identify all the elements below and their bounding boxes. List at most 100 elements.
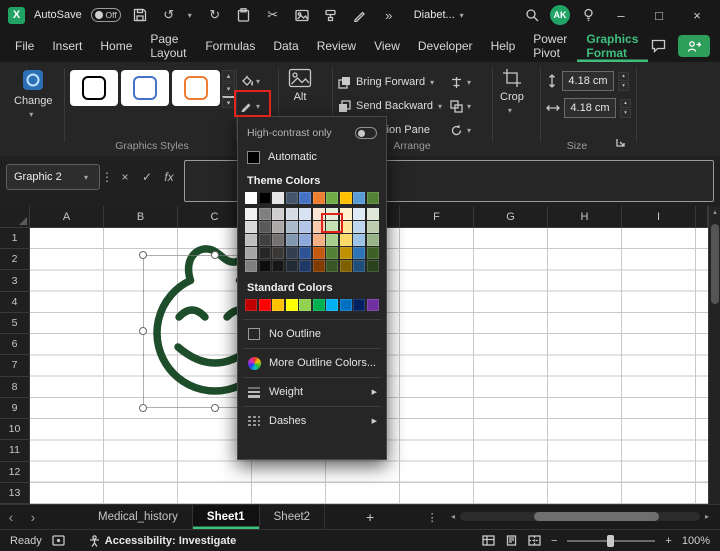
theme-color-swatch[interactable]: [272, 192, 284, 204]
row-header-10[interactable]: 10: [0, 419, 30, 440]
height-step-down[interactable]: ▾: [618, 82, 629, 91]
formula-bar-divider[interactable]: ⋮: [102, 164, 112, 190]
comments-icon[interactable]: [648, 36, 668, 56]
vertical-scroll-thumb[interactable]: [711, 224, 719, 304]
theme-variant-swatch[interactable]: [313, 247, 325, 259]
theme-variant-swatch[interactable]: [272, 221, 284, 233]
theme-color-swatch[interactable]: [367, 192, 379, 204]
normal-view-icon[interactable]: [482, 535, 495, 546]
column-header-F[interactable]: F: [400, 206, 474, 228]
search-icon[interactable]: [522, 5, 542, 25]
redo-icon[interactable]: ↻: [205, 5, 225, 25]
change-graphic-button[interactable]: Change ▾: [14, 68, 53, 119]
clipboard-icon[interactable]: [234, 5, 254, 25]
no-outline-item[interactable]: No Outline: [238, 322, 386, 346]
scroll-right-icon[interactable]: ▸: [700, 512, 714, 521]
selection-handle[interactable]: [139, 327, 147, 335]
shape-height-input[interactable]: 4.18 cm: [562, 71, 614, 91]
theme-color-swatch[interactable]: [313, 192, 325, 204]
zoom-in-button[interactable]: +: [665, 535, 671, 547]
align-button[interactable]: ▾: [450, 72, 475, 92]
theme-color-swatch[interactable]: [245, 192, 257, 204]
tab-file[interactable]: File: [6, 30, 43, 62]
pen-icon[interactable]: [350, 5, 370, 25]
format-painter-icon[interactable]: [321, 5, 341, 25]
cancel-button[interactable]: ×: [114, 164, 136, 190]
theme-color-swatch[interactable]: [299, 192, 311, 204]
tab-graphics-format[interactable]: Graphics Format: [577, 30, 648, 62]
theme-variant-swatch[interactable]: [367, 234, 379, 246]
theme-variant-swatch[interactable]: [245, 208, 257, 220]
alt-text-button[interactable]: Alt: [288, 68, 312, 103]
qat-overflow-icon[interactable]: »: [379, 5, 399, 25]
save-icon[interactable]: [130, 5, 150, 25]
theme-variant-swatch[interactable]: [299, 247, 311, 259]
zoom-out-button[interactable]: −: [551, 535, 557, 547]
standard-color-swatch[interactable]: [259, 299, 271, 311]
minimize-button[interactable]: –: [606, 1, 636, 29]
cut-icon[interactable]: ✂: [263, 5, 283, 25]
tab-insert[interactable]: Insert: [43, 30, 91, 62]
theme-color-swatch[interactable]: [353, 192, 365, 204]
row-header-6[interactable]: 6: [0, 334, 30, 355]
sheet-nav-left-button[interactable]: ‹: [0, 505, 22, 529]
selection-handle[interactable]: [139, 404, 147, 412]
row-header-3[interactable]: 3: [0, 270, 30, 291]
tab-page-layout[interactable]: Page Layout: [141, 30, 196, 62]
sheet-tab-medical_history[interactable]: Medical_history: [84, 505, 193, 529]
tab-help[interactable]: Help: [482, 30, 525, 62]
standard-color-swatch[interactable]: [340, 299, 352, 311]
standard-color-swatch[interactable]: [286, 299, 298, 311]
width-step-up[interactable]: ▴: [620, 99, 631, 108]
theme-variant-swatch[interactable]: [272, 208, 284, 220]
theme-variant-swatch[interactable]: [353, 221, 365, 233]
tab-home[interactable]: Home: [91, 30, 141, 62]
theme-color-swatch[interactable]: [340, 192, 352, 204]
scroll-left-icon[interactable]: ◂: [446, 512, 460, 521]
row-header-13[interactable]: 13: [0, 483, 30, 504]
high-contrast-toggle[interactable]: [355, 127, 377, 139]
column-header-G[interactable]: G: [474, 206, 548, 228]
theme-variant-swatch[interactable]: [286, 247, 298, 259]
close-button[interactable]: ×: [682, 1, 712, 29]
rotate-button[interactable]: ▾: [450, 120, 475, 140]
theme-variant-swatch[interactable]: [367, 208, 379, 220]
more-outline-colors-item[interactable]: More Outline Colors...: [238, 351, 386, 375]
zoom-level[interactable]: 100%: [682, 535, 710, 547]
height-step-up[interactable]: ▴: [618, 72, 629, 81]
enter-button[interactable]: ✓: [136, 164, 158, 190]
send-backward-button[interactable]: Send Backward ▾: [338, 96, 446, 116]
avatar[interactable]: AK: [550, 5, 570, 25]
tab-review[interactable]: Review: [308, 30, 365, 62]
theme-color-swatch[interactable]: [259, 192, 271, 204]
selection-handle[interactable]: [211, 251, 219, 259]
graphics-style-thumbnail[interactable]: [172, 70, 220, 106]
zoom-thumb[interactable]: [607, 535, 614, 547]
column-header-H[interactable]: H: [548, 206, 622, 228]
theme-variant-swatch[interactable]: [272, 234, 284, 246]
tab-power-pivot[interactable]: Power Pivot: [524, 30, 577, 62]
row-header-9[interactable]: 9: [0, 398, 30, 419]
add-sheet-button[interactable]: +: [353, 505, 387, 529]
theme-variant-swatch[interactable]: [286, 221, 298, 233]
column-header-B[interactable]: B: [104, 206, 178, 228]
standard-color-swatch[interactable]: [367, 299, 379, 311]
group-button[interactable]: ▾: [450, 96, 475, 116]
theme-variant-swatch[interactable]: [259, 208, 271, 220]
sheet-nav-right-button[interactable]: ›: [22, 505, 44, 529]
maximize-button[interactable]: □: [644, 1, 674, 29]
row-header-11[interactable]: 11: [0, 440, 30, 461]
tab-formulas[interactable]: Formulas: [196, 30, 264, 62]
bring-forward-button[interactable]: Bring Forward ▾: [338, 72, 438, 92]
selection-handle[interactable]: [139, 251, 147, 259]
theme-variant-swatch[interactable]: [245, 260, 257, 272]
tab-view[interactable]: View: [365, 30, 409, 62]
page-break-view-icon[interactable]: [528, 535, 541, 546]
column-header-A[interactable]: A: [30, 206, 104, 228]
theme-variant-swatch[interactable]: [259, 234, 271, 246]
theme-variant-swatch[interactable]: [340, 234, 352, 246]
standard-color-swatch[interactable]: [299, 299, 311, 311]
row-header-1[interactable]: 1: [0, 228, 30, 249]
row-header-8[interactable]: 8: [0, 377, 30, 398]
width-step-down[interactable]: ▾: [620, 109, 631, 118]
